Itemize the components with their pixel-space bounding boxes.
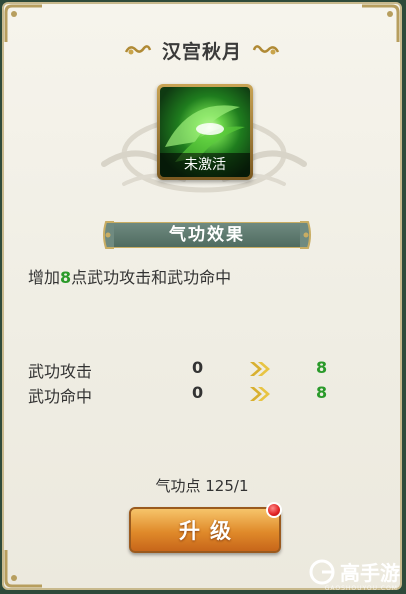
- cloud-ornament-icon: [252, 42, 280, 58]
- watermark-text: 高手游: [340, 561, 400, 585]
- title-bar: 汉宫秋月: [4, 34, 400, 66]
- corner-ornament-icon: [4, 548, 44, 588]
- page-title: 汉宫秋月: [161, 40, 242, 63]
- stat-label: 武功命中: [28, 387, 93, 406]
- double-arrow-icon: [248, 385, 272, 403]
- effect-banner-title: 气功效果: [169, 225, 245, 245]
- watermark: 高手游: [308, 557, 400, 586]
- skill-status-label: 未激活: [160, 153, 250, 177]
- description-prefix: 增加: [28, 268, 61, 287]
- skill-panel: 汉宫秋月 未激活 气功效果 增加8点武功攻击和武功命中 武功攻击 0 8 武功命…: [2, 2, 402, 590]
- notification-dot: [266, 502, 282, 518]
- description-amount: 8: [60, 268, 72, 287]
- description-suffix: 点武功攻击和武功命中: [71, 268, 232, 287]
- effect-banner: 气功效果: [102, 220, 312, 250]
- effect-description: 增加8点武功攻击和武功命中: [28, 264, 231, 288]
- watermark-logo-icon: [309, 559, 335, 584]
- qigong-points: 气功点 125/1: [155, 477, 249, 495]
- stat-next-value: 8: [316, 358, 328, 377]
- double-arrow-icon: [248, 360, 272, 378]
- cloud-ornament-icon: [124, 42, 152, 58]
- stat-row: 武功攻击 0 8: [28, 358, 358, 381]
- stat-label: 武功攻击: [28, 362, 93, 381]
- upgrade-button[interactable]: 升级: [129, 507, 281, 553]
- stat-current-value: 0: [192, 383, 204, 402]
- watermark-subtext: GAOSHOUYOU.COM: [324, 585, 398, 592]
- stat-row: 武功命中 0 8: [28, 383, 358, 406]
- stat-next-value: 8: [316, 383, 328, 402]
- upgrade-button-label: 升级: [179, 519, 241, 543]
- stat-current-value: 0: [192, 358, 204, 377]
- skill-icon-frame[interactable]: 未激活: [157, 84, 253, 180]
